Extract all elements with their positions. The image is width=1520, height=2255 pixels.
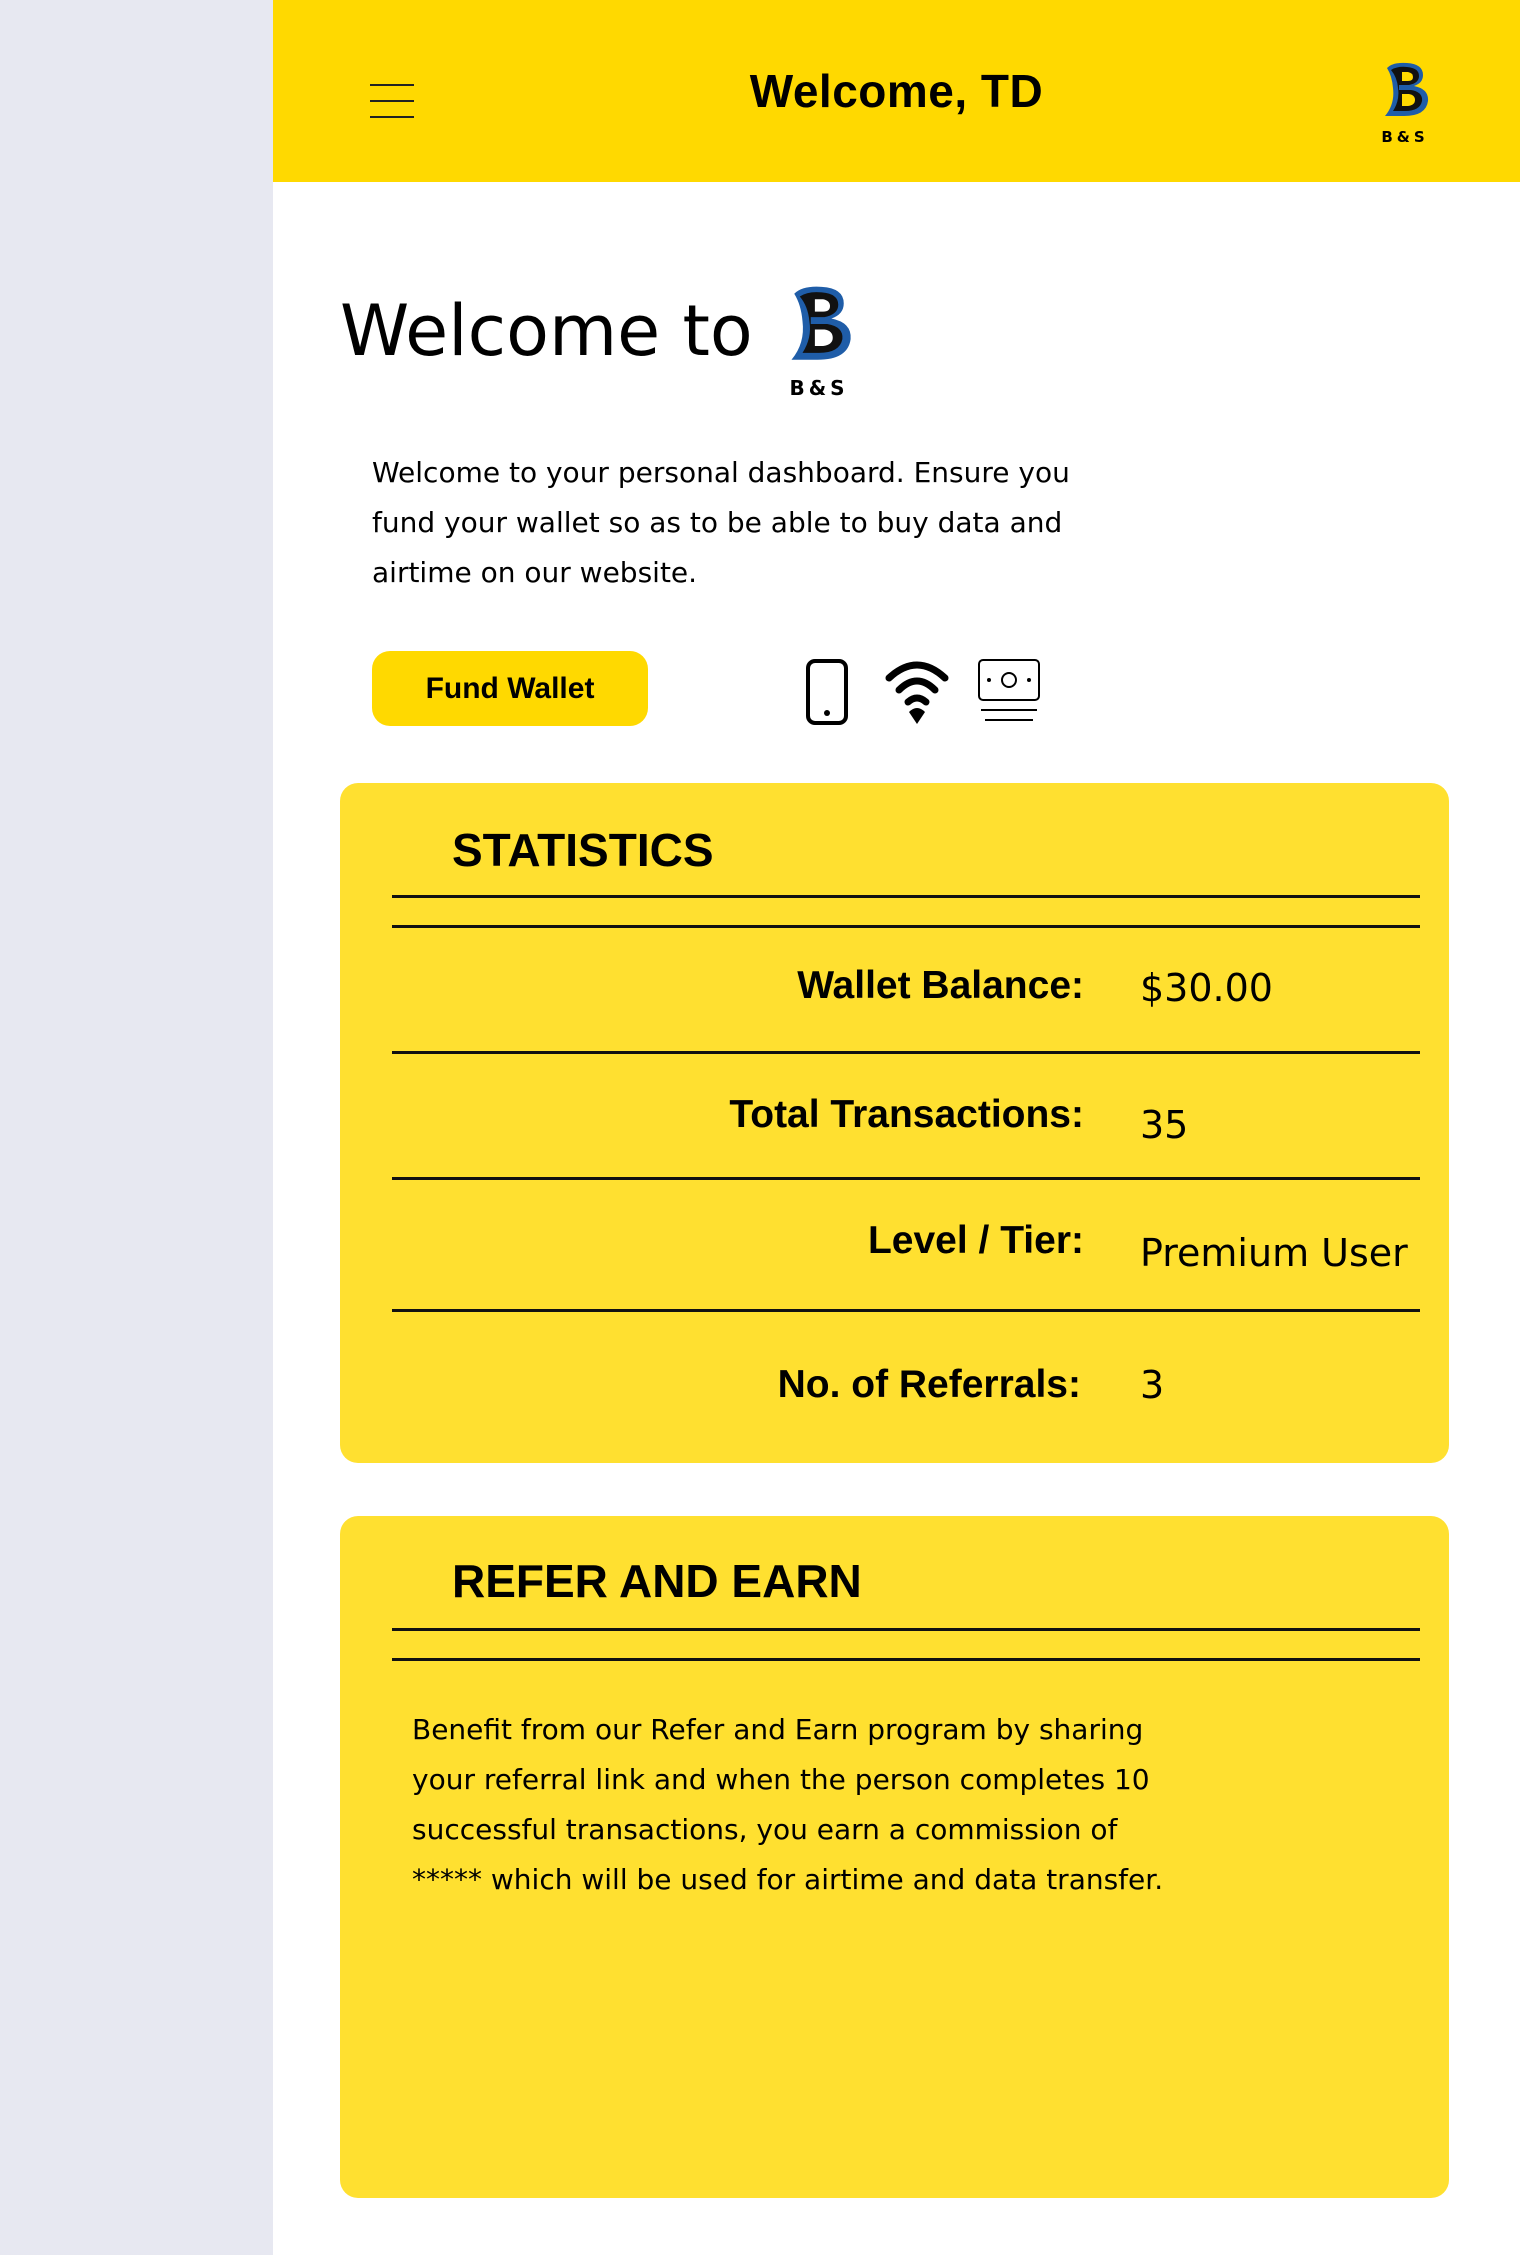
page-title: Welcome, TD xyxy=(749,65,1044,117)
divider xyxy=(392,1309,1420,1312)
statistics-title: STATISTICS xyxy=(452,824,714,876)
top-bar: Welcome, TD B&S xyxy=(273,0,1520,182)
wallet-balance-value: $30.00 xyxy=(1140,966,1273,1010)
refer-earn-text: Benefit from our Refer and Earn program … xyxy=(412,1713,1164,1896)
referrals-label: No. of Referrals: xyxy=(777,1363,1081,1406)
logo-text: B&S xyxy=(789,376,849,400)
total-transactions-label: Total Transactions: xyxy=(729,1093,1084,1136)
divider xyxy=(392,1177,1420,1180)
fund-wallet-button[interactable]: Fund Wallet xyxy=(372,651,648,726)
logo-text: B&S xyxy=(1381,128,1429,146)
referrals-value: 3 xyxy=(1140,1363,1165,1407)
wifi-icon[interactable] xyxy=(885,658,949,728)
main-content: Welcome, TD B&S Welcome to B&S Welcome t… xyxy=(273,0,1520,2255)
total-transactions-value: 35 xyxy=(1140,1103,1189,1147)
level-tier-value: Premium User xyxy=(1140,1231,1408,1275)
statistics-card: STATISTICS Wallet Balance: $30.00 Total … xyxy=(340,783,1449,1463)
logo-b-icon xyxy=(1385,62,1429,116)
phone-icon[interactable] xyxy=(805,658,849,726)
divider xyxy=(392,1051,1420,1054)
intro-text: Welcome to your personal dashboard. Ensu… xyxy=(372,456,1070,589)
refer-earn-title: REFER AND EARN xyxy=(452,1555,862,1607)
divider xyxy=(392,1628,1420,1631)
hero-logo: B&S xyxy=(775,280,863,400)
wallet-balance-label: Wallet Balance: xyxy=(797,964,1084,1007)
logo-b-icon xyxy=(791,286,851,360)
divider xyxy=(392,895,1420,898)
welcome-heading: Welcome to xyxy=(340,290,753,372)
brand-logo[interactable]: B&S xyxy=(1373,58,1437,146)
cash-icon[interactable] xyxy=(977,658,1041,728)
divider xyxy=(392,925,1420,928)
divider xyxy=(392,1658,1420,1661)
level-tier-label: Level / Tier: xyxy=(867,1219,1084,1262)
